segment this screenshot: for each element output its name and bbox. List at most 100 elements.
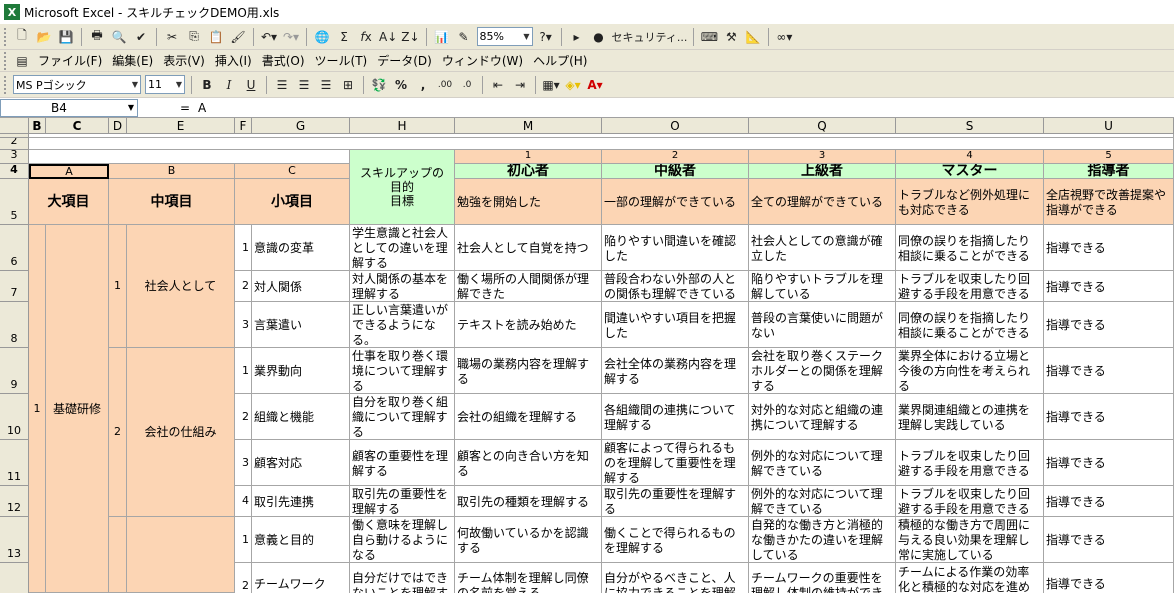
middle-item-number[interactable]: 1 <box>109 225 127 348</box>
item-number[interactable]: 2 <box>235 563 252 593</box>
run-macro-icon[interactable]: ▸ <box>566 26 588 48</box>
level-4-name[interactable]: マスター <box>896 164 1044 179</box>
item-level-2[interactable]: 顧客によって得られるものを理解して重要性を理解する <box>602 440 749 486</box>
item-goal[interactable]: 対人関係の基本を理解する <box>350 271 455 302</box>
item-level-1[interactable]: 顧客との向き合い方を知る <box>455 440 602 486</box>
tools-icon[interactable]: ⚒ <box>720 26 742 48</box>
selected-cell-b4[interactable]: A <box>29 164 109 179</box>
item-level-3[interactable]: 自発的な働き方と消極的な働きかたの違いを理解している <box>749 517 896 563</box>
level-2-number[interactable]: 2 <box>602 150 749 164</box>
item-number[interactable]: 2 <box>235 394 252 440</box>
decrease-indent-icon[interactable]: ⇤ <box>487 74 509 96</box>
menu-format[interactable]: 書式(O) <box>257 52 310 69</box>
col-header-g[interactable]: G <box>252 118 350 134</box>
item-level-1[interactable]: 取引先の種類を理解する <box>455 486 602 517</box>
level-1-name[interactable]: 初心者 <box>455 164 602 179</box>
item-goal[interactable]: 働く意味を理解し自ら動けるようになる <box>350 517 455 563</box>
item-number[interactable]: 3 <box>235 440 252 486</box>
level-3-number[interactable]: 3 <box>749 150 896 164</box>
item-level-1[interactable]: 社会人として自覚を持つ <box>455 225 602 271</box>
item-level-4[interactable]: トラブルを収束したり回避する手段を用意できる <box>896 440 1044 486</box>
item-goal[interactable]: 取引先の重要性を理解する <box>350 486 455 517</box>
item-number[interactable]: 3 <box>235 302 252 348</box>
level-5-number[interactable]: 5 <box>1044 150 1174 164</box>
middle-item-name[interactable]: 社会人として <box>127 225 235 348</box>
level-1-desc[interactable]: 勉強を開始した <box>455 179 602 225</box>
item-level-1[interactable]: 会社の組織を理解する <box>455 394 602 440</box>
item-number[interactable]: 4 <box>235 486 252 517</box>
item-level-2[interactable]: 各組織間の連携について理解する <box>602 394 749 440</box>
item-level-2[interactable]: 取引先の重要性を理解する <box>602 486 749 517</box>
decrease-decimal-icon[interactable]: .0 <box>456 74 478 96</box>
percent-icon[interactable]: % <box>390 74 412 96</box>
increase-indent-icon[interactable]: ⇥ <box>509 74 531 96</box>
header-letter-c[interactable]: C <box>235 164 350 179</box>
comma-icon[interactable]: , <box>412 74 434 96</box>
item-level-3[interactable]: 例外的な対応について理解できている <box>749 486 896 517</box>
item-goal[interactable]: 自分だけではできないことを理解する <box>350 563 455 593</box>
document-icon[interactable]: ▤ <box>11 50 33 72</box>
item-name[interactable]: 業界動向 <box>252 348 350 394</box>
col-header-f[interactable]: F <box>235 118 252 134</box>
item-name[interactable]: 取引先連携 <box>252 486 350 517</box>
spelling-icon[interactable]: ✔ <box>130 26 152 48</box>
header-letter-b[interactable]: B <box>109 164 235 179</box>
sort-descending-icon[interactable]: Z↓ <box>399 26 421 48</box>
row-header-2[interactable]: 2 <box>0 138 29 150</box>
item-name[interactable]: 意識の変革 <box>252 225 350 271</box>
zoom-select[interactable]: 85% ▼ <box>476 27 533 46</box>
design-mode-icon[interactable]: 📐 <box>742 26 764 48</box>
item-level-4[interactable]: トラブルを収束したり回避する手段を用意できる <box>896 271 1044 302</box>
item-level-4[interactable]: 積極的な働き方で周囲に与える良い効果を理解し常に実施している <box>896 517 1044 563</box>
level-4-desc[interactable]: トラブルなど例外処理にも対応できる <box>896 179 1044 225</box>
hyperlink-icon[interactable]: 🌐 <box>311 26 333 48</box>
font-size-select[interactable]: 11 ▼ <box>145 75 185 94</box>
item-level-3[interactable]: 普段の言葉使いに問題がない <box>749 302 896 348</box>
item-number[interactable]: 2 <box>235 271 252 302</box>
goal-header[interactable]: スキルアップの 目的 目標 <box>350 150 455 225</box>
level-4-number[interactable]: 4 <box>896 150 1044 164</box>
link-icon[interactable]: ∞▾ <box>773 26 795 48</box>
help-icon[interactable]: ?▾ <box>535 26 557 48</box>
item-level-2[interactable]: 自分がやるべきこと、人に協力できることを理解する <box>602 563 749 593</box>
col-header-m[interactable]: M <box>455 118 602 134</box>
col-header-e[interactable]: E <box>127 118 235 134</box>
menu-insert[interactable]: 挿入(I) <box>210 52 257 69</box>
cut-icon[interactable]: ✂ <box>161 26 183 48</box>
item-level-2[interactable]: 普段合わない外部の人との関係も理解できている <box>602 271 749 302</box>
redo-icon[interactable]: ↷▾ <box>280 26 302 48</box>
major-item-header[interactable]: 大項目 <box>29 179 109 225</box>
menu-view[interactable]: 表示(V) <box>158 52 210 69</box>
item-number[interactable]: 1 <box>235 517 252 563</box>
col-header-u[interactable]: U <box>1044 118 1174 134</box>
item-name[interactable]: 言葉遣い <box>252 302 350 348</box>
level-5-name[interactable]: 指導者 <box>1044 164 1174 179</box>
row-header-8[interactable]: 8 <box>0 302 29 348</box>
item-level-3[interactable]: 会社を取り巻くステークホルダーとの関係を理解する <box>749 348 896 394</box>
italic-button[interactable]: I <box>218 74 240 96</box>
item-level-5[interactable]: 指導できる <box>1044 394 1174 440</box>
item-level-1[interactable]: テキストを読み始めた <box>455 302 602 348</box>
print-icon[interactable]: 🖶 <box>86 26 108 48</box>
item-goal[interactable]: 顧客の重要性を理解する <box>350 440 455 486</box>
item-level-3[interactable]: 対外的な対応と組織の連携について理解する <box>749 394 896 440</box>
new-file-icon[interactable]: 🗋 <box>11 26 33 48</box>
minor-item-header[interactable]: 小項目 <box>235 179 350 225</box>
menu-edit[interactable]: 編集(E) <box>107 52 158 69</box>
item-goal[interactable]: 自分を取り巻く組織について理解する <box>350 394 455 440</box>
open-folder-icon[interactable]: 📂 <box>33 26 55 48</box>
undo-icon[interactable]: ↶▾ <box>258 26 280 48</box>
level-2-name[interactable]: 中級者 <box>602 164 749 179</box>
record-macro-icon[interactable]: ● <box>588 26 610 48</box>
name-box[interactable]: B4 ▼ <box>0 98 138 117</box>
item-level-3[interactable]: 例外的な対応について理解できている <box>749 440 896 486</box>
row-header-7[interactable]: 7 <box>0 271 29 302</box>
item-name[interactable]: チームワーク <box>252 563 350 593</box>
align-left-icon[interactable]: ☰ <box>271 74 293 96</box>
row-header-6[interactable]: 6 <box>0 225 29 271</box>
item-goal[interactable]: 正しい言葉遣いができるようになる。 <box>350 302 455 348</box>
autosum-icon[interactable]: Σ <box>333 26 355 48</box>
item-level-4[interactable]: 業界関連組織との連携を理解し実践している <box>896 394 1044 440</box>
item-level-5[interactable]: 指導できる <box>1044 486 1174 517</box>
level-3-name[interactable]: 上級者 <box>749 164 896 179</box>
